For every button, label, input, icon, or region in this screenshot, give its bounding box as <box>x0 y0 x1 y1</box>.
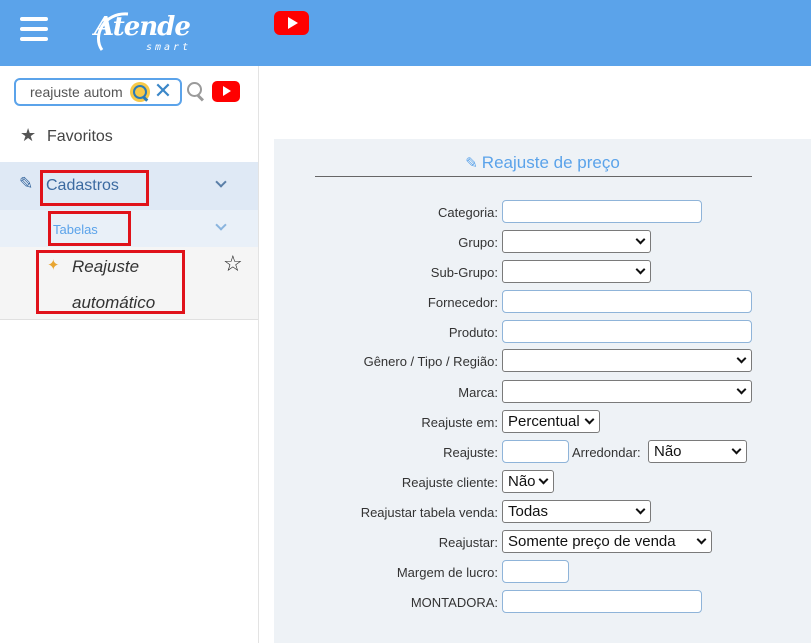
chevron-down-icon <box>635 264 646 275</box>
reajustar-tabela-venda-label: Reajustar tabela venda: <box>360 505 498 520</box>
highlight-box <box>36 250 185 314</box>
categoria-input[interactable] <box>502 200 702 223</box>
reajustar-tabela-venda-value: Todas <box>508 503 549 520</box>
form-title: ✎ Reajuste de preço <box>274 153 811 173</box>
form-panel: ✎ Reajuste de preço Categoria: Grupo: Sub… <box>274 139 811 643</box>
youtube-icon[interactable] <box>274 11 309 35</box>
fornecedor-input[interactable] <box>502 290 752 313</box>
search-box: ✕ <box>14 78 182 106</box>
grupo-label: Grupo: <box>458 235 498 250</box>
row-grupo: Grupo: <box>274 230 811 254</box>
grupo-select[interactable] <box>502 230 651 253</box>
montadora-label: MONTADORA: <box>410 595 498 610</box>
divider <box>315 176 752 177</box>
row-reajuste-cliente: Reajuste cliente: Não <box>274 470 811 494</box>
reajuste-em-value: Percentual <box>508 413 580 430</box>
logo-subtext: smart <box>146 42 192 53</box>
reajustar-tabela-venda-select[interactable]: Todas <box>502 500 651 523</box>
margem-lucro-label: Margem de lucro: <box>396 565 498 580</box>
form-title-text: Reajuste de preço <box>481 153 620 172</box>
chevron-down-icon <box>731 444 742 455</box>
chevron-down-icon <box>538 474 549 485</box>
reajuste-cliente-label: Reajuste cliente: <box>401 475 498 490</box>
app-root: Atende smart ✕ ★ Favoritos ✎ Cadastros T… <box>0 0 811 643</box>
youtube-icon[interactable] <box>212 81 240 102</box>
sidebar-item-reajuste-automatico[interactable]: ✦ Reajuste automático ☆ <box>0 247 258 320</box>
row-reajustar-tabela-venda: Reajustar tabela venda: Todas <box>274 500 811 524</box>
sidebar-item-cadastros[interactable]: ✎ Cadastros <box>0 162 258 210</box>
row-produto: Produto: <box>274 320 811 344</box>
close-icon[interactable]: ✕ <box>152 81 174 103</box>
row-margem-lucro: Margem de lucro: <box>274 560 811 584</box>
logo: Atende smart <box>88 6 198 58</box>
row-subgrupo: Sub-Grupo: <box>274 260 811 284</box>
chevron-down-icon <box>736 384 747 395</box>
montadora-input[interactable] <box>502 590 702 613</box>
genero-select[interactable] <box>502 349 752 372</box>
arredondar-value: Não <box>654 443 682 460</box>
row-fornecedor: Fornecedor: <box>274 290 811 314</box>
star-icon: ★ <box>20 125 37 146</box>
genero-label: Gênero / Tipo / Região: <box>363 354 498 369</box>
top-header: Atende smart <box>0 0 811 66</box>
logo-text: Atende <box>94 12 191 42</box>
chevron-down-icon <box>635 234 646 245</box>
row-marca: Marca: <box>274 380 811 404</box>
arredondar-select[interactable]: Não <box>648 440 747 463</box>
produto-input[interactable] <box>502 320 752 343</box>
search-icon[interactable] <box>130 82 150 102</box>
edit-icon: ✎ <box>19 174 34 194</box>
highlight-box <box>48 211 131 246</box>
row-genero: Gênero / Tipo / Região: <box>274 349 811 373</box>
row-categoria: Categoria: <box>274 200 811 224</box>
categoria-label: Categoria: <box>438 205 498 220</box>
reajustar-label: Reajustar: <box>438 535 498 550</box>
reajuste-em-select[interactable]: Percentual <box>502 410 600 433</box>
reajuste-cliente-select[interactable]: Não <box>502 470 554 493</box>
row-reajustar: Reajustar: Somente preço de venda <box>274 530 811 554</box>
chevron-down-icon <box>584 414 595 425</box>
fornecedor-label: Fornecedor: <box>427 295 498 310</box>
subgrupo-label: Sub-Grupo: <box>430 265 498 280</box>
search-input[interactable] <box>30 83 126 101</box>
arredondar-label: Arredondar: <box>572 445 641 460</box>
edit-icon: ✎ <box>465 154 478 172</box>
star-outline-icon[interactable]: ☆ <box>223 252 243 277</box>
reajustar-select[interactable]: Somente preço de venda <box>502 530 712 553</box>
row-reajuste: Reajuste: Arredondar: Não <box>274 440 811 464</box>
row-montadora: MONTADORA: <box>274 590 811 614</box>
subgrupo-select[interactable] <box>502 260 651 283</box>
sidebar-item-label: Favoritos <box>47 128 113 145</box>
reajuste-em-label: Reajuste em: <box>421 415 498 430</box>
chevron-down-icon <box>215 219 227 231</box>
reajuste-cliente-value: Não <box>508 473 536 490</box>
chevron-down-icon <box>215 176 227 188</box>
highlight-box <box>40 170 149 206</box>
marca-select[interactable] <box>502 380 752 403</box>
margem-lucro-input[interactable] <box>502 560 569 583</box>
reajuste-input[interactable] <box>502 440 569 463</box>
row-reajuste-em: Reajuste em: Percentual <box>274 410 811 434</box>
chevron-down-icon <box>736 353 747 364</box>
reajustar-value: Somente preço de venda <box>508 533 676 550</box>
search-icon[interactable] <box>186 81 206 101</box>
reajuste-label: Reajuste: <box>443 445 498 460</box>
produto-label: Produto: <box>448 325 498 340</box>
hamburger-icon[interactable] <box>20 17 48 41</box>
sidebar: ✕ ★ Favoritos ✎ Cadastros Tabelas ✦ Reaj… <box>0 66 259 643</box>
chevron-down-icon <box>696 534 707 545</box>
sidebar-item-tabelas[interactable]: Tabelas <box>0 210 258 247</box>
marca-label: Marca: <box>458 385 498 400</box>
chevron-down-icon <box>635 504 646 515</box>
sidebar-item-favoritos[interactable]: ★ Favoritos <box>0 122 258 162</box>
